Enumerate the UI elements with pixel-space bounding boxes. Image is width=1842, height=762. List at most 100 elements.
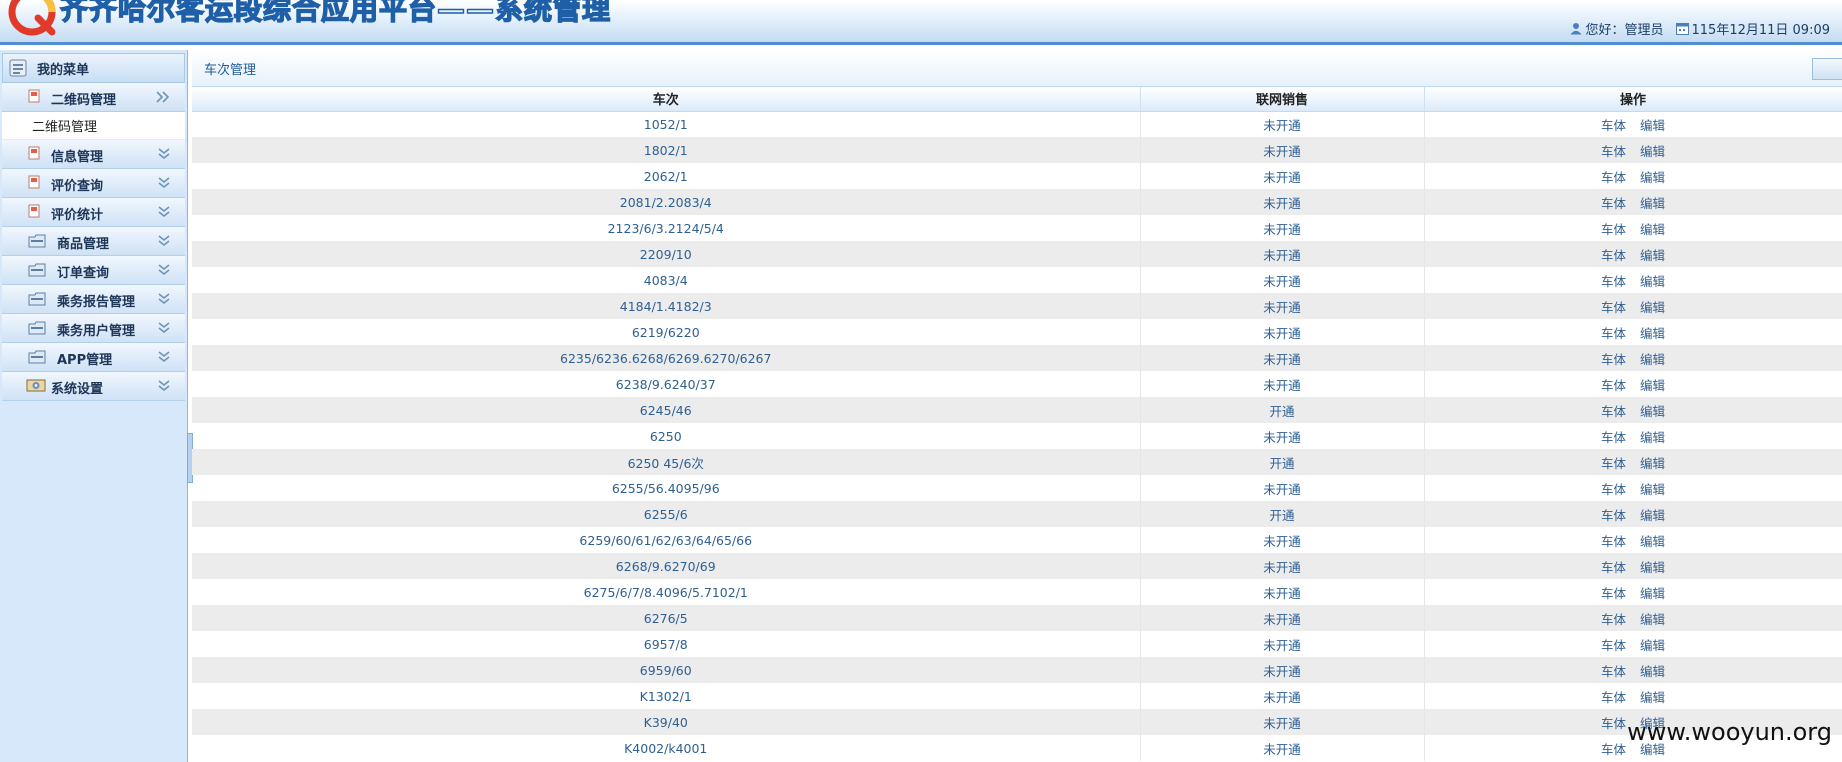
edit-link[interactable]: 编辑 <box>1640 352 1665 367</box>
car-body-link[interactable]: 车体 <box>1601 352 1626 367</box>
table-row: 2123/6/3.2124/5/4 未开通 车体 编辑 <box>192 215 1842 241</box>
sidebar-item-info[interactable]: 信息管理 <box>2 140 185 169</box>
car-body-link[interactable]: 车体 <box>1601 326 1626 341</box>
car-body-link[interactable]: 车体 <box>1601 612 1626 627</box>
actions-cell: 车体 编辑 <box>1424 241 1842 267</box>
sidebar-item-crew-reports[interactable]: 乘务报告管理 <box>2 285 185 314</box>
online-sales-status-cell: 未开通 <box>1140 527 1425 553</box>
train-number-cell: 6276/5 <box>192 605 1141 631</box>
chevron-down-icon <box>158 235 170 247</box>
car-body-link[interactable]: 车体 <box>1601 586 1626 601</box>
car-body-link[interactable]: 车体 <box>1601 534 1626 549</box>
actions-cell: 车体 编辑 <box>1424 579 1842 605</box>
sidebar-item-crew-users[interactable]: 乘务用户管理 <box>2 314 185 343</box>
car-body-link[interactable]: 车体 <box>1601 144 1626 159</box>
table-row: 2209/10 未开通 车体 编辑 <box>192 241 1842 267</box>
edit-link[interactable]: 编辑 <box>1640 534 1665 549</box>
edit-link[interactable]: 编辑 <box>1640 482 1665 497</box>
train-number-cell: 6235/6236.6268/6269.6270/6267 <box>192 345 1141 371</box>
chevron-down-icon <box>158 206 170 218</box>
sidebar-item-app[interactable]: APP管理 <box>2 343 185 372</box>
table-row: 1052/1 未开通 车体 编辑 <box>192 111 1842 137</box>
sidebar-item-label: 乘务用户管理 <box>57 324 136 339</box>
greeting: 您好：管理员 <box>1570 19 1664 38</box>
edit-link[interactable]: 编辑 <box>1640 378 1665 393</box>
sidebar-item-label: 系统设置 <box>51 382 104 397</box>
edit-link[interactable]: 编辑 <box>1640 508 1665 523</box>
car-body-link[interactable]: 车体 <box>1601 716 1626 731</box>
edit-link[interactable]: 编辑 <box>1640 196 1665 211</box>
car-body-link[interactable]: 车体 <box>1601 222 1626 237</box>
car-body-link[interactable]: 车体 <box>1601 430 1626 445</box>
car-body-link[interactable]: 车体 <box>1601 378 1626 393</box>
edit-link[interactable]: 编辑 <box>1640 326 1665 341</box>
train-number-cell: 6250 45/6次 <box>192 449 1141 475</box>
header-user-info: 您好：管理员 115年12月11日 09:09 <box>1570 19 1842 38</box>
watermark: www.wooyun.org <box>1627 718 1832 746</box>
edit-link[interactable]: 编辑 <box>1640 144 1665 159</box>
sidebar-item-review-query[interactable]: 评价查询 <box>2 169 185 198</box>
car-body-link[interactable]: 车体 <box>1601 482 1626 497</box>
table-row: 6276/5 未开通 车体 编辑 <box>192 605 1842 631</box>
panel-tool-button[interactable] <box>1812 58 1842 80</box>
car-body-link[interactable]: 车体 <box>1601 560 1626 575</box>
car-body-link[interactable]: 车体 <box>1601 742 1626 757</box>
actions-cell: 车体 编辑 <box>1424 163 1842 189</box>
car-body-link[interactable]: 车体 <box>1601 196 1626 211</box>
edit-link[interactable]: 编辑 <box>1640 248 1665 263</box>
sidebar-item-qrcode[interactable]: 二维码管理 <box>2 83 185 112</box>
edit-link[interactable]: 编辑 <box>1640 300 1665 315</box>
car-body-link[interactable]: 车体 <box>1601 300 1626 315</box>
car-body-link[interactable]: 车体 <box>1601 456 1626 471</box>
table-body: 1052/1 未开通 车体 编辑 1802/1 未开通 车体 编辑 2062/1 未开通 车体 编辑 2… <box>192 111 1842 761</box>
app-title: 齐齐哈尔客运段综合应用平台——系统管理 <box>59 0 612 27</box>
actions-cell: 车体 编辑 <box>1424 319 1842 345</box>
edit-link[interactable]: 编辑 <box>1640 690 1665 705</box>
train-number-cell: 2123/6/3.2124/5/4 <box>192 215 1141 241</box>
car-body-link[interactable]: 车体 <box>1601 274 1626 289</box>
edit-link[interactable]: 编辑 <box>1640 586 1665 601</box>
table-row: 6959/60 未开通 车体 编辑 <box>192 657 1842 683</box>
online-sales-status-cell: 未开通 <box>1140 111 1425 137</box>
sidebar: 我的菜单 二维码管理 二维码管理 信息管理 评价查询 评价统计 商品管理 订单查… <box>0 50 188 762</box>
sidebar-item-label: 乘务报告管理 <box>57 295 136 310</box>
chevron-down-icon <box>158 322 170 334</box>
table-row: 6219/6220 未开通 车体 编辑 <box>192 319 1842 345</box>
sidebar-item-settings[interactable]: 系统设置 <box>2 372 185 401</box>
sidebar-item-review-stats[interactable]: 评价统计 <box>2 198 185 227</box>
train-table: 车次 联网销售 操作 1052/1 未开通 车体 编辑 1802/1 未开通 车体 编辑 206… <box>192 87 1842 761</box>
car-body-link[interactable]: 车体 <box>1601 664 1626 679</box>
car-body-link[interactable]: 车体 <box>1601 248 1626 263</box>
car-body-link[interactable]: 车体 <box>1601 508 1626 523</box>
sidebar-item-orders[interactable]: 订单查询 <box>2 256 185 285</box>
edit-link[interactable]: 编辑 <box>1640 274 1665 289</box>
car-body-link[interactable]: 车体 <box>1601 690 1626 705</box>
table-row: 6255/56.4095/96 未开通 车体 编辑 <box>192 475 1842 501</box>
edit-link[interactable]: 编辑 <box>1640 456 1665 471</box>
sidebar-item-label: APP管理 <box>57 353 113 368</box>
car-body-link[interactable]: 车体 <box>1601 118 1626 133</box>
online-sales-status-cell: 未开通 <box>1140 683 1425 709</box>
table-row: 6250 未开通 车体 编辑 <box>192 423 1842 449</box>
train-number-cell: 6255/6 <box>192 501 1141 527</box>
car-body-link[interactable]: 车体 <box>1601 404 1626 419</box>
edit-link[interactable]: 编辑 <box>1640 664 1665 679</box>
table-row: 6957/8 未开通 车体 编辑 <box>192 631 1842 657</box>
edit-link[interactable]: 编辑 <box>1640 170 1665 185</box>
sidebar-item-products[interactable]: 商品管理 <box>2 227 185 256</box>
train-number-cell: 6219/6220 <box>192 319 1141 345</box>
folder-icon <box>28 350 46 364</box>
edit-link[interactable]: 编辑 <box>1640 118 1665 133</box>
edit-link[interactable]: 编辑 <box>1640 560 1665 575</box>
train-number-cell: 2081/2.2083/4 <box>192 189 1141 215</box>
actions-cell: 车体 编辑 <box>1424 345 1842 371</box>
edit-link[interactable]: 编辑 <box>1640 612 1665 627</box>
submenu-item-qrcode[interactable]: 二维码管理 <box>2 112 185 140</box>
sidebar-item-label: 评价查询 <box>51 179 104 194</box>
edit-link[interactable]: 编辑 <box>1640 430 1665 445</box>
edit-link[interactable]: 编辑 <box>1640 638 1665 653</box>
car-body-link[interactable]: 车体 <box>1601 638 1626 653</box>
edit-link[interactable]: 编辑 <box>1640 404 1665 419</box>
car-body-link[interactable]: 车体 <box>1601 170 1626 185</box>
edit-link[interactable]: 编辑 <box>1640 222 1665 237</box>
